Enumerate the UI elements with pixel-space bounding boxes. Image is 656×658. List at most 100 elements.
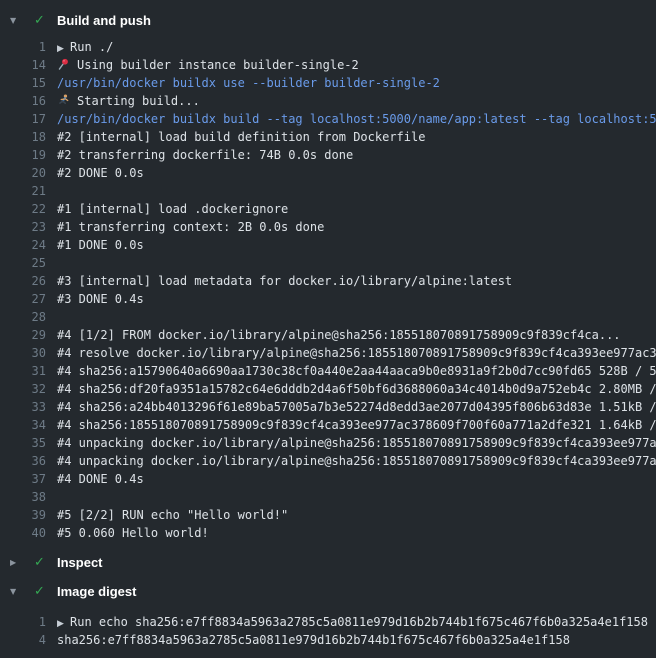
step-header-image-digest[interactable]: ▼ ✓ Image digest — [0, 579, 656, 603]
chevron-down-icon[interactable]: ▼ — [10, 16, 24, 25]
line-number-build-and-push-37[interactable]: 37 — [0, 470, 46, 488]
line-number-build-and-push-28[interactable]: 28 — [0, 308, 46, 326]
step-header-build-and-push[interactable]: ▼ ✓ Build and push — [0, 8, 656, 32]
log-line: 39 #5 [2/2] RUN echo "Hello world!" — [0, 506, 656, 524]
log-line: 34 #4 sha256:185518070891758909c9f839cf4c… — [0, 416, 656, 434]
log-text: #1 transferring context: 2B 0.0s done — [57, 218, 656, 236]
log-text: #2 transferring dockerfile: 74B 0.0s don… — [57, 146, 656, 164]
success-check-icon: ✓ — [34, 13, 47, 28]
log-line: 19 #2 transferring dockerfile: 74B 0.0s d… — [0, 146, 656, 164]
log-text: #2 [internal] load build definition from… — [57, 128, 656, 146]
run-arrow-icon[interactable]: ▶ — [57, 615, 70, 631]
log-line: 33 #4 sha256:a24bb4013296f61e89ba57005a7b… — [0, 398, 656, 416]
line-number-build-and-push-34[interactable]: 34 — [0, 416, 46, 434]
log-line: 25 — [0, 254, 656, 272]
log-text — [57, 308, 656, 326]
line-number-build-and-push-15[interactable]: 15 — [0, 74, 46, 92]
log-text: #4 resolve docker.io/library/alpine@sha2… — [57, 344, 656, 362]
log-text: #4 sha256:df20fa9351a15782c64e6dddb2d4a6… — [57, 380, 656, 398]
section-inspect: ▶ ✓ Inspect — [0, 550, 656, 574]
line-number-build-and-push-36[interactable]: 36 — [0, 452, 46, 470]
log-lines-build-and-push: 1 ▶Run ./ 14 Using builder instance builder… — [0, 38, 656, 542]
line-number-build-and-push-17[interactable]: 17 — [0, 110, 46, 128]
log-line: 17/usr/bin/docker buildx build --tag loc… — [0, 110, 656, 128]
line-number-build-and-push-29[interactable]: 29 — [0, 326, 46, 344]
log-text: #5 0.060 Hello world! — [57, 524, 656, 542]
log-line: 29 #4 [1/2] FROM docker.io/library/alpine… — [0, 326, 656, 344]
log-text: ▶Run echo sha256:e7ff8834a5963a2785c5a08… — [57, 613, 656, 631]
success-check-icon: ✓ — [34, 584, 47, 599]
step-title: Inspect — [57, 555, 103, 570]
line-number-build-and-push-33[interactable]: 33 — [0, 398, 46, 416]
log-line: 15/usr/bin/docker buildx use --builder b… — [0, 74, 656, 92]
log-line: 24 #1 DONE 0.0s — [0, 236, 656, 254]
section-build-and-push: ▼ ✓ Build and push 1 ▶Run ./ 14 Using build… — [0, 8, 656, 542]
line-number-build-and-push-18[interactable]: 18 — [0, 128, 46, 146]
line-number-build-and-push-38[interactable]: 38 — [0, 488, 46, 506]
log-line: 30 #4 resolve docker.io/library/alpine@sh… — [0, 344, 656, 362]
log-text: #4 sha256:a15790640a6690aa1730c38cf0a440… — [57, 362, 656, 380]
log-lines-image-digest: 1 ▶Run echo sha256:e7ff8834a5963a2785c5a0… — [0, 613, 656, 649]
log-line: 40 #5 0.060 Hello world! — [0, 524, 656, 542]
log-line: 16Starting build... — [0, 92, 656, 110]
log-line: 18 #2 [internal] load build definition fr… — [0, 128, 656, 146]
line-number-build-and-push-22[interactable]: 22 — [0, 200, 46, 218]
log-line: 36#4 unpacking docker.io/library/alpine@… — [0, 452, 656, 470]
log-line: 4 sha256:e7ff8834a5963a2785c5a0811e979d16… — [0, 631, 656, 649]
line-number-build-and-push-40[interactable]: 40 — [0, 524, 46, 542]
log-text: #2 DONE 0.0s — [57, 164, 656, 182]
step-title: Image digest — [57, 584, 136, 599]
log-text: #5 [2/2] RUN echo "Hello world!" — [57, 506, 656, 524]
log-line: 14 Using builder instance builder-single-… — [0, 56, 656, 74]
log-text: #1 [internal] load .dockerignore — [57, 200, 656, 218]
log-text: Using builder instance builder-single-2 — [57, 56, 656, 74]
log-line: 38 — [0, 488, 656, 506]
log-text: #1 DONE 0.0s — [57, 236, 656, 254]
line-number-build-and-push-21[interactable]: 21 — [0, 182, 46, 200]
log-line: 23 #1 transferring context: 2B 0.0s done — [0, 218, 656, 236]
line-number-build-and-push-31[interactable]: 31 — [0, 362, 46, 380]
log-text — [57, 488, 656, 506]
step-header-inspect[interactable]: ▶ ✓ Inspect — [0, 550, 656, 574]
line-number-build-and-push-14[interactable]: 14 — [0, 56, 46, 74]
line-number-build-and-push-39[interactable]: 39 — [0, 506, 46, 524]
log-text: ▶Run ./ — [57, 38, 656, 56]
line-number-build-and-push-35[interactable]: 35 — [0, 434, 46, 452]
log-line: 1 ▶Run ./ — [0, 38, 656, 56]
line-number-image-digest-1[interactable]: 1 — [0, 613, 46, 631]
chevron-right-icon[interactable]: ▶ — [10, 558, 24, 567]
log-line: 31 #4 sha256:a15790640a6690aa1730c38cf0a4… — [0, 362, 656, 380]
line-number-build-and-push-24[interactable]: 24 — [0, 236, 46, 254]
chevron-down-icon[interactable]: ▼ — [10, 587, 24, 596]
log-text: /usr/bin/docker buildx use --builder bui… — [57, 74, 656, 92]
log-line: 22 #1 [internal] load .dockerignore — [0, 200, 656, 218]
log-text: #4 sha256:185518070891758909c9f839cf4ca3… — [57, 416, 656, 434]
line-number-build-and-push-32[interactable]: 32 — [0, 380, 46, 398]
log-text: sha256:e7ff8834a5963a2785c5a0811e979d16b… — [57, 631, 656, 649]
line-number-build-and-push-26[interactable]: 26 — [0, 272, 46, 290]
workflow-log: ▼ ✓ Build and push 1▶Run ./14Using build… — [0, 0, 656, 649]
log-text: #3 DONE 0.4s — [57, 290, 656, 308]
run-arrow-icon[interactable]: ▶ — [57, 40, 70, 56]
success-check-icon: ✓ — [34, 555, 47, 570]
log-text: #4 sha256:a24bb4013296f61e89ba57005a7b3e… — [57, 398, 656, 416]
log-line: 1 ▶Run echo sha256:e7ff8834a5963a2785c5a0… — [0, 613, 656, 631]
log-line: 20 #2 DONE 0.0s — [0, 164, 656, 182]
pushpin-icon — [57, 56, 77, 74]
log-text: #4 [1/2] FROM docker.io/library/alpine@s… — [57, 326, 656, 344]
line-number-build-and-push-19[interactable]: 19 — [0, 146, 46, 164]
line-number-build-and-push-30[interactable]: 30 — [0, 344, 46, 362]
line-number-build-and-push-16[interactable]: 16 — [0, 92, 46, 110]
step-title: Build and push — [57, 13, 151, 28]
section-image-digest: ▼ ✓ Image digest 1 ▶Run echo sha256:e7ff8… — [0, 579, 656, 649]
line-number-build-and-push-20[interactable]: 20 — [0, 164, 46, 182]
line-number-build-and-push-23[interactable]: 23 — [0, 218, 46, 236]
line-number-image-digest-4[interactable]: 4 — [0, 631, 46, 649]
line-number-build-and-push-1[interactable]: 1 — [0, 38, 46, 56]
log-line: 32 #4 sha256:df20fa9351a15782c64e6dddb2d4… — [0, 380, 656, 398]
line-number-build-and-push-27[interactable]: 27 — [0, 290, 46, 308]
line-number-build-and-push-25[interactable]: 25 — [0, 254, 46, 272]
log-line: 26#3 [internal] load metadata for docker… — [0, 272, 656, 290]
log-line: 27 #3 DONE 0.4s — [0, 290, 656, 308]
log-text: #4 unpacking docker.io/library/alpine@sh… — [57, 434, 656, 452]
